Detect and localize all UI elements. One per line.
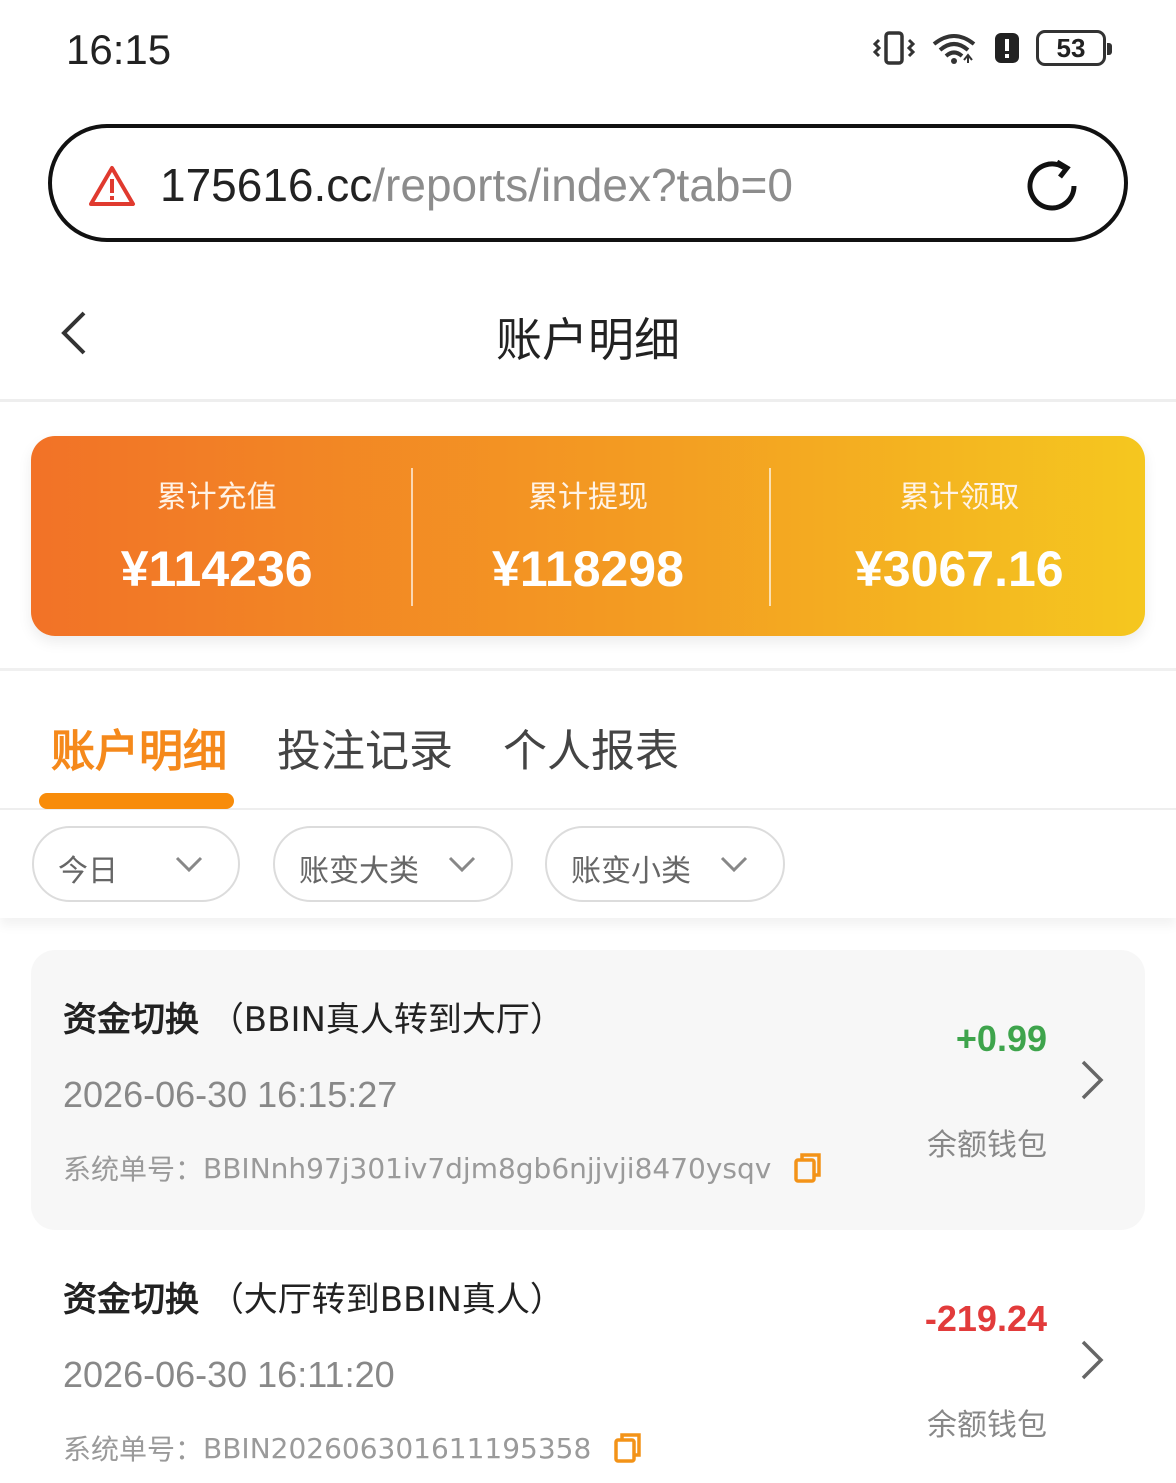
url-path: /reports/index?tab=0: [372, 159, 793, 211]
summary-divider: [768, 468, 771, 606]
chevron-right-icon[interactable]: [1079, 1058, 1105, 1102]
copy-icon[interactable]: [793, 1152, 823, 1184]
url-text[interactable]: 175616.cc/reports/index?tab=0: [160, 158, 793, 212]
chevron-down-icon: [720, 856, 748, 873]
tab-bet-records[interactable]: 投注记录: [277, 715, 453, 779]
summary-total-deposit: 累计充值 ¥114236: [31, 436, 402, 636]
order-number: BBINnh97j301iv7djm8gb6njjvji8470ysqv: [203, 1151, 772, 1185]
order-label: 系统单号：: [63, 1433, 204, 1466]
chevron-down-icon: [448, 856, 476, 873]
reload-icon[interactable]: [1024, 158, 1084, 214]
status-bar: 16:15 53: [0, 0, 1176, 100]
summary-value: ¥118298: [492, 541, 684, 597]
record-time: 2026-06-30 16:15:27: [63, 1074, 398, 1115]
url-bar[interactable]: 175616.cc/reports/index?tab=0: [48, 124, 1128, 242]
alert-icon: [995, 33, 1019, 63]
record-detail: （BBIN真人转到大厅）: [209, 1000, 564, 1040]
record-wallet: 余额钱包: [927, 1408, 1047, 1443]
record-amount: -219.24: [924, 1298, 1047, 1339]
order-number: BBIN202606301611195358: [203, 1431, 592, 1465]
record-type: 资金切换: [63, 1280, 199, 1320]
chevron-down-icon: [175, 856, 203, 873]
record-type: 资金切换: [63, 1000, 199, 1040]
record-order: 系统单号： BBIN202606301611195358: [63, 1428, 643, 1468]
summary-label: 累计领取: [899, 480, 1020, 515]
summary-label: 累计充值: [156, 480, 277, 515]
summary-label: 累计提现: [527, 480, 648, 515]
vibrate-icon: [872, 31, 916, 65]
wifi-icon: [932, 34, 976, 64]
tab-bar: 账户明细 投注记录 个人报表: [0, 668, 1176, 810]
filter-bar: 今日 账变大类 账变小类: [0, 812, 1176, 918]
record-detail: （大厅转到BBIN真人）: [209, 1280, 564, 1320]
active-tab-indicator: [39, 793, 234, 809]
filter-category-select[interactable]: 账变大类: [273, 826, 513, 902]
filter-label: 今日: [58, 854, 118, 889]
summary-value: ¥114236: [120, 541, 313, 597]
battery-indicator: 53: [1036, 30, 1112, 66]
url-host: 175616.cc: [160, 159, 373, 211]
filter-label: 账变大类: [299, 854, 419, 889]
page-title: 账户明细: [496, 313, 680, 367]
record-amount: +0.99: [955, 1018, 1047, 1059]
filter-label: 账变小类: [571, 854, 691, 889]
record-title: 资金切换 （BBIN真人转到大厅）: [63, 992, 564, 1041]
tab-personal-report[interactable]: 个人报表: [503, 715, 679, 779]
order-label: 系统单号：: [63, 1153, 204, 1186]
tab-account-details[interactable]: 账户明细: [51, 715, 227, 779]
status-icons: 53: [872, 30, 1112, 66]
record-order: 系统单号： BBINnh97j301iv7djm8gb6njjvji8470ys…: [63, 1148, 823, 1188]
chevron-right-icon[interactable]: [1079, 1338, 1105, 1382]
summary-value: ¥3067.16: [855, 541, 1064, 597]
page-header: 账户明细: [0, 268, 1176, 402]
filter-subcategory-select[interactable]: 账变小类: [545, 826, 785, 902]
copy-icon[interactable]: [613, 1432, 643, 1464]
record-time: 2026-06-30 16:11:20: [63, 1354, 395, 1395]
filter-date-select[interactable]: 今日: [32, 826, 240, 902]
record-wallet: 余额钱包: [927, 1128, 1047, 1163]
summary-divider: [411, 468, 414, 606]
record-item[interactable]: 资金切换 （BBIN真人转到大厅） 2026-06-30 16:15:27 系统…: [31, 950, 1145, 1230]
warning-icon[interactable]: [88, 164, 136, 208]
summary-card: 累计充值 ¥114236 累计提现 ¥118298 累计领取 ¥3067.16: [31, 436, 1145, 636]
status-time: 16:15: [66, 26, 172, 73]
summary-total-withdraw: 累计提现 ¥118298: [402, 436, 773, 636]
record-item[interactable]: 资金切换 （大厅转到BBIN真人） 2026-06-30 16:11:20 系统…: [31, 1230, 1145, 1483]
summary-total-claimed: 累计领取 ¥3067.16: [768, 436, 1145, 636]
record-title: 资金切换 （大厅转到BBIN真人）: [63, 1272, 564, 1321]
